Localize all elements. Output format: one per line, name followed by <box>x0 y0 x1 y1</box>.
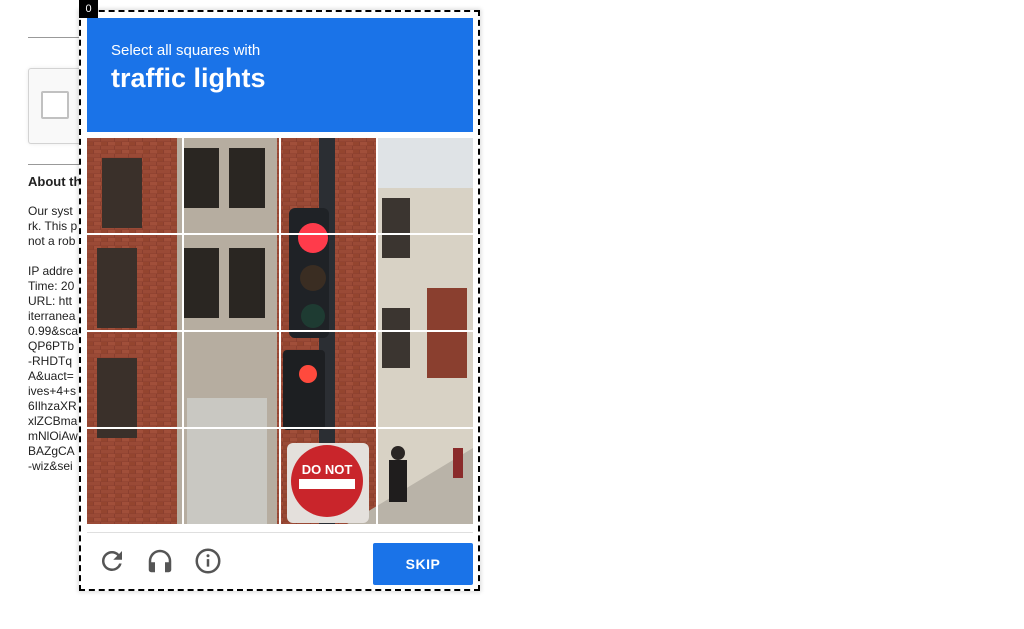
image-tile[interactable]: DO NOT <box>87 138 182 233</box>
instruction-text: Select all squares with <box>111 42 261 59</box>
image-tile[interactable]: DO NOT <box>184 138 279 233</box>
tile-image: DO NOT <box>184 138 279 233</box>
tile-image: DO NOT <box>281 332 376 427</box>
detail-line: IP addre <box>28 264 74 278</box>
detail-line: 0.99&sca <box>28 324 79 338</box>
detail-line: 6IlhzaXR <box>28 399 77 413</box>
challenge-footer: SKIP <box>87 532 473 585</box>
tile-image: DO NOT <box>87 429 182 524</box>
tile-image: DO NOT <box>378 332 473 427</box>
image-tile[interactable]: DO NOT <box>87 429 182 524</box>
image-tile[interactable]: DO NOT <box>281 429 376 524</box>
tile-image: DO NOT <box>87 332 182 427</box>
audio-headphones-icon[interactable] <box>145 546 175 576</box>
recaptcha-checkbox[interactable] <box>41 91 69 119</box>
tile-image: DO NOT <box>281 235 376 330</box>
image-tile[interactable]: DO NOT <box>281 332 376 427</box>
about-heading: About th <box>28 174 82 189</box>
detail-line: ives+4+s <box>28 384 77 398</box>
image-grid: DO NOT DO NOT <box>87 138 473 524</box>
detail-line: Time: 20 <box>28 279 75 293</box>
target-object-text: traffic lights <box>111 63 266 93</box>
detail-line: xlZCBma <box>28 414 78 428</box>
svg-text:DO NOT: DO NOT <box>302 462 353 477</box>
tile-image: DO NOT <box>281 429 376 524</box>
tile-image: DO NOT <box>184 235 279 330</box>
image-tile[interactable]: DO NOT <box>184 332 279 427</box>
image-tile[interactable]: DO NOT <box>378 138 473 233</box>
reload-icon[interactable] <box>97 546 127 576</box>
tile-image: DO NOT <box>184 429 279 524</box>
image-tile[interactable]: DO NOT <box>378 332 473 427</box>
info-icon[interactable] <box>193 546 223 576</box>
image-tile[interactable]: DO NOT <box>281 235 376 330</box>
detail-line: BAZgCA <box>28 444 75 458</box>
detail-line: mNlOiAw <box>28 429 78 443</box>
detail-line: URL: htt <box>28 294 73 308</box>
paragraph-line: Our syst <box>28 204 73 218</box>
detail-line: iterranea <box>28 309 76 323</box>
tile-image: DO NOT <box>184 332 279 427</box>
tile-image: DO NOT <box>378 138 473 233</box>
skip-button[interactable]: SKIP <box>373 543 473 585</box>
image-tile[interactable]: DO NOT <box>378 429 473 524</box>
tile-image: DO NOT <box>378 235 473 330</box>
paragraph-line: rk. This p <box>28 219 78 233</box>
detail-line: QP6PTb <box>28 339 75 353</box>
detail-line: -RHDTq <box>28 354 72 368</box>
image-tile[interactable]: DO NOT <box>184 235 279 330</box>
paragraph-line: not a rob <box>28 234 76 248</box>
detail-line: A&uact= <box>28 369 74 383</box>
tile-image: DO NOT <box>87 235 182 330</box>
tile-image: DO NOT <box>281 138 376 233</box>
tile-image: DO NOT <box>87 138 182 233</box>
image-tile[interactable]: DO NOT <box>184 429 279 524</box>
frame-index-label: 0 <box>79 0 98 18</box>
image-tile[interactable]: DO NOT <box>378 235 473 330</box>
image-tile[interactable]: DO NOT <box>87 332 182 427</box>
instruction-banner: Select all squares with traffic lights <box>87 18 473 132</box>
image-tile[interactable]: DO NOT <box>281 138 376 233</box>
recaptcha-challenge-popup: Select all squares with traffic lights D… <box>79 10 480 591</box>
detail-line: -wiz&sei <box>28 459 73 473</box>
tile-image: DO NOT <box>378 429 473 524</box>
image-tile[interactable]: DO NOT <box>87 235 182 330</box>
